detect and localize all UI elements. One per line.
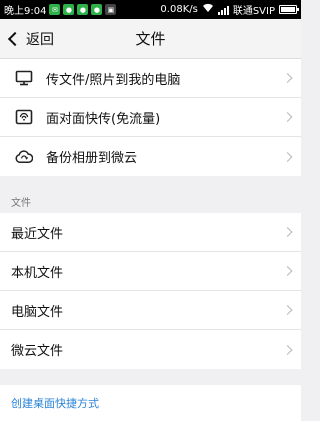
message-icon: ✉	[49, 4, 61, 15]
list-item-label: 面对面快传(免流量)	[46, 111, 161, 127]
navigation-header: 返回 文件	[0, 19, 301, 59]
wifi-icon	[202, 3, 214, 16]
back-label: 返回	[26, 32, 54, 48]
signal-icon	[217, 5, 229, 15]
list-item-label: 最近文件	[11, 226, 64, 242]
files-list: 最近文件 本机文件 电脑文件 微云文件	[0, 213, 301, 369]
chevron-right-icon	[282, 305, 293, 315]
chevron-right-icon	[282, 344, 293, 355]
status-time: 晚上9:04	[4, 6, 47, 17]
chevron-right-icon	[282, 112, 293, 122]
list-item-label: 传文件/照片到我的电脑	[46, 72, 181, 88]
chevron-right-icon	[282, 266, 293, 276]
list-item-face-to-face[interactable]: 面对面快传(免流量)	[0, 98, 301, 137]
monitor-icon	[15, 69, 33, 87]
chevron-left-icon	[7, 31, 23, 47]
carrier-name: 联通SVIP	[232, 6, 275, 17]
list-item-label: 本机文件	[11, 265, 64, 281]
section-label-files: 文件	[11, 198, 31, 209]
photo-icon: ▣	[105, 4, 117, 15]
list-item-pc-files[interactable]: 电脑文件	[0, 291, 301, 330]
chevron-right-icon	[282, 227, 293, 237]
list-item-label: 微云文件	[11, 344, 64, 359]
list-item-label: 备份相册到微云	[46, 151, 138, 166]
create-shortcut-link[interactable]: 创建桌面快捷方式	[0, 385, 301, 421]
wechat-icon: ●	[91, 4, 103, 15]
wifi-transfer-icon	[15, 108, 33, 126]
list-item-backup-album[interactable]: 备份相册到微云	[0, 137, 301, 176]
chevron-right-icon	[282, 73, 293, 83]
page-title: 文件	[135, 30, 166, 48]
list-item-local-files[interactable]: 本机文件	[0, 252, 301, 291]
cloud-backup-icon	[15, 148, 33, 166]
wechat-icon: ●	[63, 4, 75, 15]
status-bar: 晚上9:04 ✉ ● ● ● ▣ 0.08K/s 联通SVIP	[0, 0, 301, 19]
network-speed: 0.08K/s	[160, 4, 198, 15]
list-item-recent-files[interactable]: 最近文件	[0, 213, 301, 252]
chevron-right-icon	[282, 151, 293, 162]
transfer-options-list: 传文件/照片到我的电脑 面对面快传(免流量) 备份相册到微云	[0, 59, 301, 176]
list-item-transfer-to-pc[interactable]: 传文件/照片到我的电脑	[0, 59, 301, 98]
wechat-icon: ●	[77, 4, 89, 15]
list-item-label: 电脑文件	[11, 304, 64, 320]
list-item-weiyun-files[interactable]: 微云文件	[0, 330, 301, 369]
battery-icon	[279, 5, 299, 14]
back-button[interactable]: 返回	[6, 19, 54, 59]
